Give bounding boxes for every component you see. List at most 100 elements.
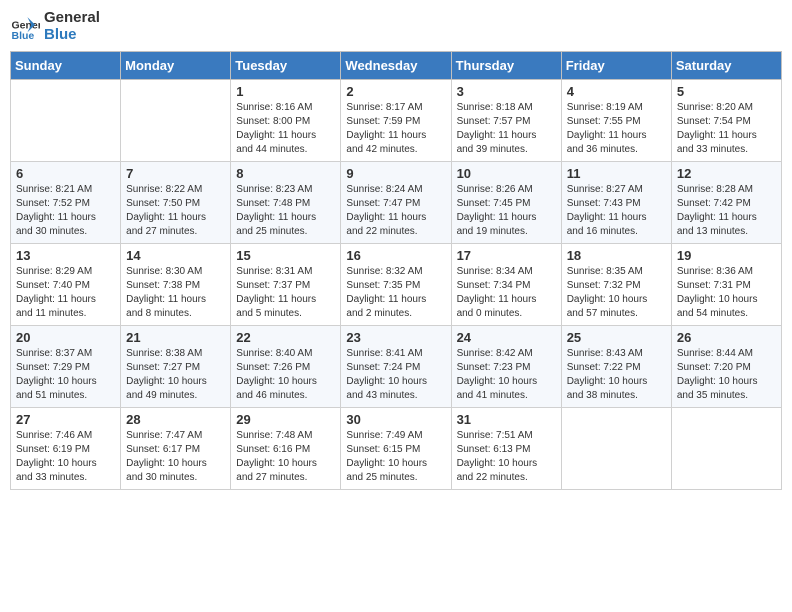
- calendar-cell: [671, 408, 781, 490]
- calendar-cell: [561, 408, 671, 490]
- day-info: Sunrise: 8:27 AM Sunset: 7:43 PM Dayligh…: [567, 183, 666, 239]
- calendar-cell: 31Sunrise: 7:51 AM Sunset: 6:13 PM Dayli…: [451, 408, 561, 490]
- day-header-thursday: Thursday: [451, 52, 561, 80]
- day-number: 26: [677, 330, 776, 345]
- day-header-sunday: Sunday: [11, 52, 121, 80]
- day-header-monday: Monday: [121, 52, 231, 80]
- calendar-cell: [121, 80, 231, 162]
- calendar-cell: 23 Sunrise: 8:41 AM Sunset: 7:24 PM Dayli…: [341, 326, 451, 408]
- day-number: 9: [346, 166, 445, 181]
- day-info: Sunrise: 8:37 AM Sunset: 7:29 PM Dayligh…: [16, 347, 115, 403]
- day-info: Sunrise: 8:34 AM Sunset: 7:34 PM Dayligh…: [457, 265, 556, 321]
- day-number: 28: [126, 412, 225, 427]
- day-number: 16: [346, 248, 445, 263]
- day-info: Sunrise: 8:24 AM Sunset: 7:47 PM Dayligh…: [346, 183, 445, 239]
- day-info: Sunrise: 7:48 AM Sunset: 6:16 PM Dayligh…: [236, 429, 335, 485]
- calendar-cell: 11Sunrise: 8:27 AM Sunset: 7:43 PM Dayli…: [561, 162, 671, 244]
- day-header-wednesday: Wednesday: [341, 52, 451, 80]
- calendar-cell: 7 Sunrise: 8:22 AM Sunset: 7:50 PM Daylig…: [121, 162, 231, 244]
- calendar-cell: 25 Sunrise: 8:43 AM Sunset: 7:22 PM Dayli…: [561, 326, 671, 408]
- calendar-cell: 2 Sunrise: 8:17 AM Sunset: 7:59 PM Daylig…: [341, 80, 451, 162]
- calendar-cell: 17 Sunrise: 8:34 AM Sunset: 7:34 PM Dayli…: [451, 244, 561, 326]
- day-number: 4: [567, 84, 666, 99]
- logo-icon: General Blue: [10, 12, 40, 42]
- calendar-cell: 24 Sunrise: 8:42 AM Sunset: 7:23 PM Dayli…: [451, 326, 561, 408]
- day-number: 2: [346, 84, 445, 99]
- day-info: Sunrise: 8:29 AM Sunset: 7:40 PM Dayligh…: [16, 265, 115, 321]
- day-number: 24: [457, 330, 556, 345]
- day-info: Sunrise: 8:23 AM Sunset: 7:48 PM Dayligh…: [236, 183, 335, 239]
- calendar-cell: 9 Sunrise: 8:24 AM Sunset: 7:47 PM Daylig…: [341, 162, 451, 244]
- calendar-cell: 4 Sunrise: 8:19 AM Sunset: 7:55 PM Daylig…: [561, 80, 671, 162]
- day-info: Sunrise: 8:26 AM Sunset: 7:45 PM Dayligh…: [457, 183, 556, 239]
- day-number: 5: [677, 84, 776, 99]
- calendar-cell: 12 Sunrise: 8:28 AM Sunset: 7:42 PM Dayli…: [671, 162, 781, 244]
- day-number: 8: [236, 166, 335, 181]
- calendar-cell: [11, 80, 121, 162]
- calendar-week-1: 1 Sunrise: 8:16 AM Sunset: 8:00 PM Daylig…: [11, 80, 782, 162]
- calendar-header-row: SundayMondayTuesdayWednesdayThursdayFrid…: [11, 52, 782, 80]
- day-info: Sunrise: 8:43 AM Sunset: 7:22 PM Dayligh…: [567, 347, 666, 403]
- day-number: 25: [567, 330, 666, 345]
- day-number: 1: [236, 84, 335, 99]
- calendar-table: SundayMondayTuesdayWednesdayThursdayFrid…: [10, 51, 782, 490]
- logo: General Blue General Blue: [10, 10, 100, 43]
- day-info: Sunrise: 8:42 AM Sunset: 7:23 PM Dayligh…: [457, 347, 556, 403]
- day-info: Sunrise: 7:49 AM Sunset: 6:15 PM Dayligh…: [346, 429, 445, 485]
- day-info: Sunrise: 8:17 AM Sunset: 7:59 PM Dayligh…: [346, 101, 445, 157]
- day-info: Sunrise: 8:19 AM Sunset: 7:55 PM Dayligh…: [567, 101, 666, 157]
- day-info: Sunrise: 8:20 AM Sunset: 7:54 PM Dayligh…: [677, 101, 776, 157]
- day-number: 14: [126, 248, 225, 263]
- calendar-cell: 26 Sunrise: 8:44 AM Sunset: 7:20 PM Dayli…: [671, 326, 781, 408]
- day-info: Sunrise: 8:38 AM Sunset: 7:27 PM Dayligh…: [126, 347, 225, 403]
- calendar-cell: 18Sunrise: 8:35 AM Sunset: 7:32 PM Dayli…: [561, 244, 671, 326]
- calendar-cell: 22Sunrise: 8:40 AM Sunset: 7:26 PM Dayli…: [231, 326, 341, 408]
- day-number: 30: [346, 412, 445, 427]
- calendar-cell: 5 Sunrise: 8:20 AM Sunset: 7:54 PM Daylig…: [671, 80, 781, 162]
- calendar-cell: 10 Sunrise: 8:26 AM Sunset: 7:45 PM Dayli…: [451, 162, 561, 244]
- calendar-cell: 30 Sunrise: 7:49 AM Sunset: 6:15 PM Dayli…: [341, 408, 451, 490]
- day-number: 20: [16, 330, 115, 345]
- day-info: Sunrise: 8:35 AM Sunset: 7:32 PM Dayligh…: [567, 265, 666, 321]
- calendar-cell: 27Sunrise: 7:46 AM Sunset: 6:19 PM Dayli…: [11, 408, 121, 490]
- day-number: 19: [677, 248, 776, 263]
- day-info: Sunrise: 8:32 AM Sunset: 7:35 PM Dayligh…: [346, 265, 445, 321]
- day-info: Sunrise: 8:21 AM Sunset: 7:52 PM Dayligh…: [16, 183, 115, 239]
- calendar-week-3: 13 Sunrise: 8:29 AM Sunset: 7:40 PM Dayli…: [11, 244, 782, 326]
- calendar-week-4: 20 Sunrise: 8:37 AM Sunset: 7:29 PM Dayli…: [11, 326, 782, 408]
- day-number: 12: [677, 166, 776, 181]
- day-info: Sunrise: 8:44 AM Sunset: 7:20 PM Dayligh…: [677, 347, 776, 403]
- day-header-tuesday: Tuesday: [231, 52, 341, 80]
- day-number: 31: [457, 412, 556, 427]
- calendar-week-2: 6Sunrise: 8:21 AM Sunset: 7:52 PM Daylig…: [11, 162, 782, 244]
- day-number: 3: [457, 84, 556, 99]
- day-number: 22: [236, 330, 335, 345]
- day-info: Sunrise: 8:28 AM Sunset: 7:42 PM Dayligh…: [677, 183, 776, 239]
- calendar-cell: 3 Sunrise: 8:18 AM Sunset: 7:57 PM Daylig…: [451, 80, 561, 162]
- day-info: Sunrise: 7:46 AM Sunset: 6:19 PM Dayligh…: [16, 429, 115, 485]
- day-info: Sunrise: 8:30 AM Sunset: 7:38 PM Dayligh…: [126, 265, 225, 321]
- day-number: 7: [126, 166, 225, 181]
- calendar-week-5: 27Sunrise: 7:46 AM Sunset: 6:19 PM Dayli…: [11, 408, 782, 490]
- day-info: Sunrise: 8:36 AM Sunset: 7:31 PM Dayligh…: [677, 265, 776, 321]
- page-header: General Blue General Blue: [10, 10, 782, 43]
- day-number: 23: [346, 330, 445, 345]
- day-number: 17: [457, 248, 556, 263]
- day-info: Sunrise: 8:18 AM Sunset: 7:57 PM Dayligh…: [457, 101, 556, 157]
- calendar-cell: 21Sunrise: 8:38 AM Sunset: 7:27 PM Dayli…: [121, 326, 231, 408]
- day-info: Sunrise: 8:16 AM Sunset: 8:00 PM Dayligh…: [236, 101, 335, 157]
- day-number: 10: [457, 166, 556, 181]
- calendar-cell: 20 Sunrise: 8:37 AM Sunset: 7:29 PM Dayli…: [11, 326, 121, 408]
- calendar-cell: 6Sunrise: 8:21 AM Sunset: 7:52 PM Daylig…: [11, 162, 121, 244]
- day-info: Sunrise: 8:31 AM Sunset: 7:37 PM Dayligh…: [236, 265, 335, 321]
- calendar-cell: 8 Sunrise: 8:23 AM Sunset: 7:48 PM Daylig…: [231, 162, 341, 244]
- day-info: Sunrise: 8:41 AM Sunset: 7:24 PM Dayligh…: [346, 347, 445, 403]
- logo-blue: Blue: [44, 27, 100, 44]
- calendar-cell: 28Sunrise: 7:47 AM Sunset: 6:17 PM Dayli…: [121, 408, 231, 490]
- day-header-friday: Friday: [561, 52, 671, 80]
- day-number: 15: [236, 248, 335, 263]
- calendar-cell: 16 Sunrise: 8:32 AM Sunset: 7:35 PM Dayli…: [341, 244, 451, 326]
- day-number: 13: [16, 248, 115, 263]
- calendar-cell: 1 Sunrise: 8:16 AM Sunset: 8:00 PM Daylig…: [231, 80, 341, 162]
- day-info: Sunrise: 8:22 AM Sunset: 7:50 PM Dayligh…: [126, 183, 225, 239]
